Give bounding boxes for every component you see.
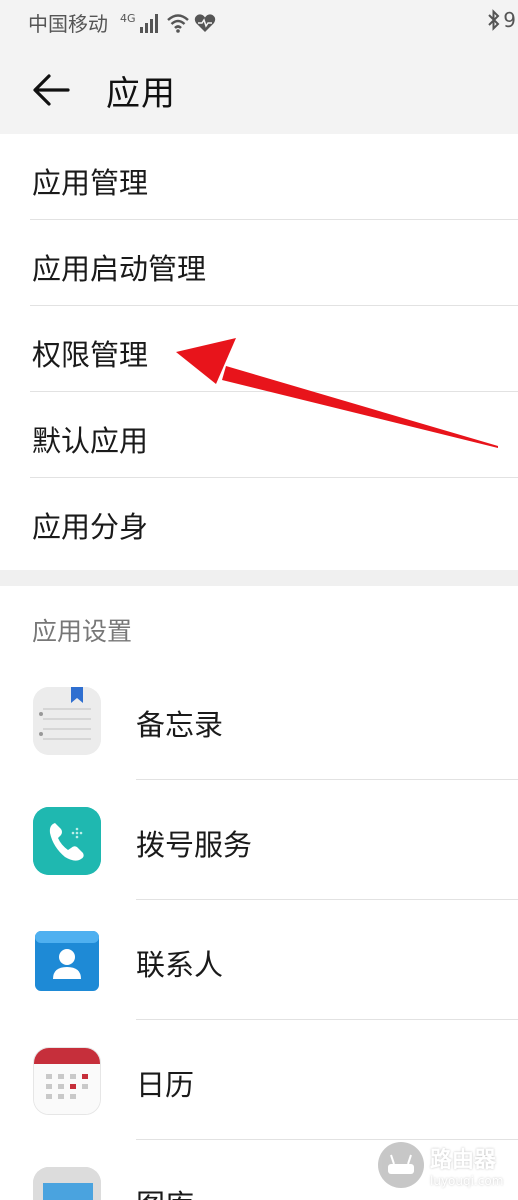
menu-item-label: 应用启动管理 [32,252,207,286]
menu-item-app-management[interactable]: 应用管理 [0,134,518,220]
gallery-icon [33,1167,101,1200]
app-menu-list: 应用管理 应用启动管理 权限管理 默认应用 应用分身 [0,134,518,564]
calendar-icon [33,1047,101,1115]
app-row-dialer[interactable]: 拨号服务 [0,780,518,900]
app-label: 联系人 [136,948,224,982]
status-icons: 4G [120,8,216,38]
menu-item-permission-management[interactable]: 权限管理 [0,306,518,392]
app-label: 图库 [136,1182,194,1200]
page-title: 应用 [106,74,176,114]
router-icon [378,1142,424,1188]
contacts-icon [33,927,101,995]
watermark-title: 路由器 [430,1148,497,1173]
status-bar: 中国移动 4G 9 [0,0,518,46]
notepad-icon [33,687,101,755]
app-row-calendar[interactable]: 日历 [0,1020,518,1140]
phone-icon [33,807,101,875]
watermark-text: 路由器 luyouqi.com [430,1142,503,1188]
wifi-icon [166,14,189,33]
app-label: 日历 [136,1068,195,1102]
app-row-contacts[interactable]: 联系人 [0,900,518,1020]
app-label: 备忘录 [136,708,224,742]
section-gap [0,570,518,586]
menu-item-label: 应用管理 [32,166,149,200]
menu-item-default-apps[interactable]: 默认应用 [0,392,518,478]
heart-icon [194,14,215,32]
menu-item-label: 默认应用 [32,424,149,458]
app-label: 拨号服务 [136,828,253,862]
back-button[interactable] [32,72,72,108]
signal-icon [139,14,158,33]
network-type-label: 4G [120,12,136,25]
app-row-notes[interactable]: 备忘录 [0,660,518,780]
watermark: 路由器 luyouqi.com [378,1134,518,1196]
carrier-name: 中国移动 [28,12,108,36]
watermark-subtitle: luyouqi.com [430,1174,504,1188]
menu-item-label: 应用分身 [32,510,149,544]
menu-item-label: 权限管理 [32,338,149,372]
menu-item-app-twin[interactable]: 应用分身 [0,478,518,564]
bluetooth-icon [488,9,500,31]
section-title-app-settings: 应用设置 [32,617,133,646]
app-settings-list: 备忘录 拨号服务 联系人 日历 [0,660,518,1200]
header: 应用 [0,46,518,134]
status-right: 9 [487,8,516,32]
menu-item-startup-management[interactable]: 应用启动管理 [0,220,518,306]
battery-level: 9 [503,8,516,32]
back-arrow-icon [33,74,70,106]
